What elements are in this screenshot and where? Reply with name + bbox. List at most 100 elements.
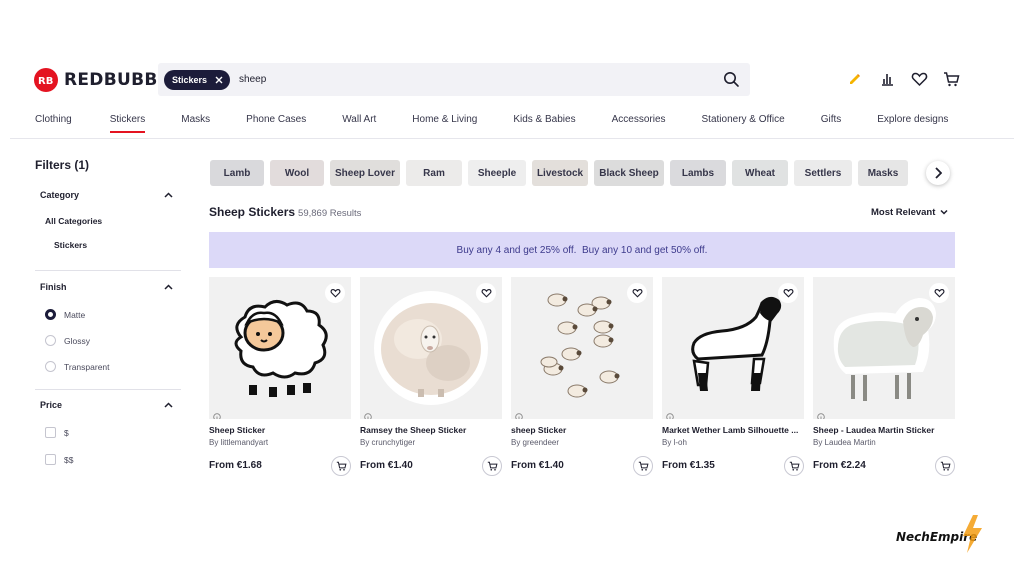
finish-option-glossy[interactable]: Glossy [45,335,181,346]
chevron-up-icon [164,282,173,292]
nav-item-gifts[interactable]: Gifts [821,114,842,125]
price-option-label: $$ [64,454,74,465]
product-artist[interactable]: By greendeer [511,438,653,447]
info-icon[interactable] [515,408,523,419]
finish-option-transparent[interactable]: Transparent [45,361,181,372]
favorite-heart-icon[interactable] [929,283,949,303]
add-to-cart-icon[interactable] [482,456,502,476]
nav-item-stationery-office[interactable]: Stationery & Office [702,114,785,125]
finish-option-label: Glossy [64,335,90,346]
category-stickers[interactable]: Stickers [54,240,181,250]
filters-title: Filters (1) [35,158,90,172]
product-card[interactable]: Sheep - Laudea Martin Sticker By Laudea … [813,277,955,476]
finish-option-label: Matte [64,309,86,320]
category-section-toggle[interactable]: Category [35,190,181,200]
finish-option-label: Transparent [64,361,110,372]
nav-item-wall-art[interactable]: Wall Art [342,114,376,125]
checkbox[interactable] [45,427,56,438]
product-title[interactable]: Market Wether Lamb Silhouette ... [662,425,804,435]
radio-button-selected[interactable] [45,309,56,320]
product-artist[interactable]: By l-oh [662,438,804,447]
add-to-cart-icon[interactable] [935,456,955,476]
product-card[interactable]: Ramsey the Sheep Sticker By crunchytiger… [360,277,502,476]
favorite-heart-icon[interactable] [627,283,647,303]
related-search-pill[interactable]: Lambs [670,160,726,186]
favorite-heart-icon[interactable] [325,283,345,303]
info-icon[interactable] [213,408,221,419]
favorite-heart-icon[interactable] [778,283,798,303]
product-artist[interactable]: By crunchytiger [360,438,502,447]
add-to-cart-icon[interactable] [331,456,351,476]
info-icon[interactable] [817,408,825,419]
product-image[interactable] [511,277,653,419]
info-icon[interactable] [666,408,674,419]
product-title[interactable]: Ramsey the Sheep Sticker [360,425,502,435]
cart-icon[interactable] [942,70,960,88]
results-heading: Sheep Stickers 59,869 Results [209,205,361,219]
related-search-pill[interactable]: Sheep Lover [330,160,400,186]
close-icon[interactable] [213,74,225,86]
product-card[interactable]: Sheep Sticker By littlemandyart From €1.… [209,277,351,476]
related-search-pill[interactable]: Black Sheep [594,160,664,186]
price-option-low[interactable]: $ [45,427,181,438]
favorite-heart-icon[interactable] [476,283,496,303]
product-artist[interactable]: By Laudea Martin [813,438,955,447]
promo-text: Buy any 4 and get 25% off. Buy any 10 an… [456,244,708,256]
product-price: From €1.40 [360,460,413,471]
product-title[interactable]: Sheep Sticker [209,425,351,435]
finish-option-matte[interactable]: Matte [45,309,181,320]
related-search-pill[interactable]: Sheeple [468,160,526,186]
product-image[interactable] [360,277,502,419]
nav-item-clothing[interactable]: Clothing [35,114,72,125]
nav-item-kids-babies[interactable]: Kids & Babies [513,114,575,125]
search-icon[interactable] [723,71,740,88]
lightning-bolt-icon [963,515,983,553]
dashboard-chart-icon[interactable] [878,70,896,88]
product-card[interactable]: Market Wether Lamb Silhouette ... By l-o… [662,277,804,476]
related-search-pill[interactable]: Wool [270,160,324,186]
category-nav: Clothing Stickers Masks Phone Cases Wall… [35,114,948,133]
nav-item-explore-designs[interactable]: Explore designs [877,114,948,125]
nav-item-home-living[interactable]: Home & Living [412,114,477,125]
related-search-pill[interactable]: Masks [858,160,908,186]
category-all[interactable]: All Categories [45,216,181,226]
product-title[interactable]: Sheep - Laudea Martin Sticker [813,425,955,435]
nav-item-phone-cases[interactable]: Phone Cases [246,114,306,125]
svg-text:RB: RB [38,76,53,86]
product-image[interactable] [813,277,955,419]
filters-sidebar: Filters (1) Category All Categories Stic… [35,158,181,465]
search-bar[interactable]: Stickers [158,63,750,96]
radio-button[interactable] [45,335,56,346]
related-search-pill[interactable]: Wheat [732,160,788,186]
redbubble-logo-icon: RB [34,68,58,92]
search-input[interactable] [239,74,710,85]
related-search-pill[interactable]: Ram [406,160,462,186]
chevron-up-icon [164,190,173,200]
artist-pencil-icon[interactable] [846,70,864,88]
add-to-cart-icon[interactable] [784,456,804,476]
chevron-right-icon[interactable] [926,161,950,185]
product-image[interactable] [662,277,804,419]
product-card[interactable]: sheep Sticker By greendeer From €1.40 [511,277,653,476]
related-search-pill[interactable]: Livestock [532,160,588,186]
product-title[interactable]: sheep Sticker [511,425,653,435]
nav-item-accessories[interactable]: Accessories [612,114,666,125]
related-search-pill[interactable]: Lamb [210,160,264,186]
product-artist[interactable]: By littlemandyart [209,438,351,447]
finish-section-toggle[interactable]: Finish [35,282,181,292]
results-title: Sheep Stickers [209,205,296,219]
related-search-pill[interactable]: Settlers [794,160,852,186]
search-category-chip[interactable]: Stickers [164,69,231,90]
product-image[interactable] [209,277,351,419]
price-section-toggle[interactable]: Price [35,400,181,410]
heart-icon[interactable] [910,70,928,88]
add-to-cart-icon[interactable] [633,456,653,476]
info-icon[interactable] [364,408,372,419]
chevron-up-icon [164,400,173,410]
price-option-medium[interactable]: $$ [45,454,181,465]
radio-button[interactable] [45,361,56,372]
nav-item-stickers[interactable]: Stickers [109,114,145,133]
nav-item-masks[interactable]: Masks [181,114,210,125]
sort-dropdown[interactable]: Most Relevant [871,207,948,218]
checkbox[interactable] [45,454,56,465]
